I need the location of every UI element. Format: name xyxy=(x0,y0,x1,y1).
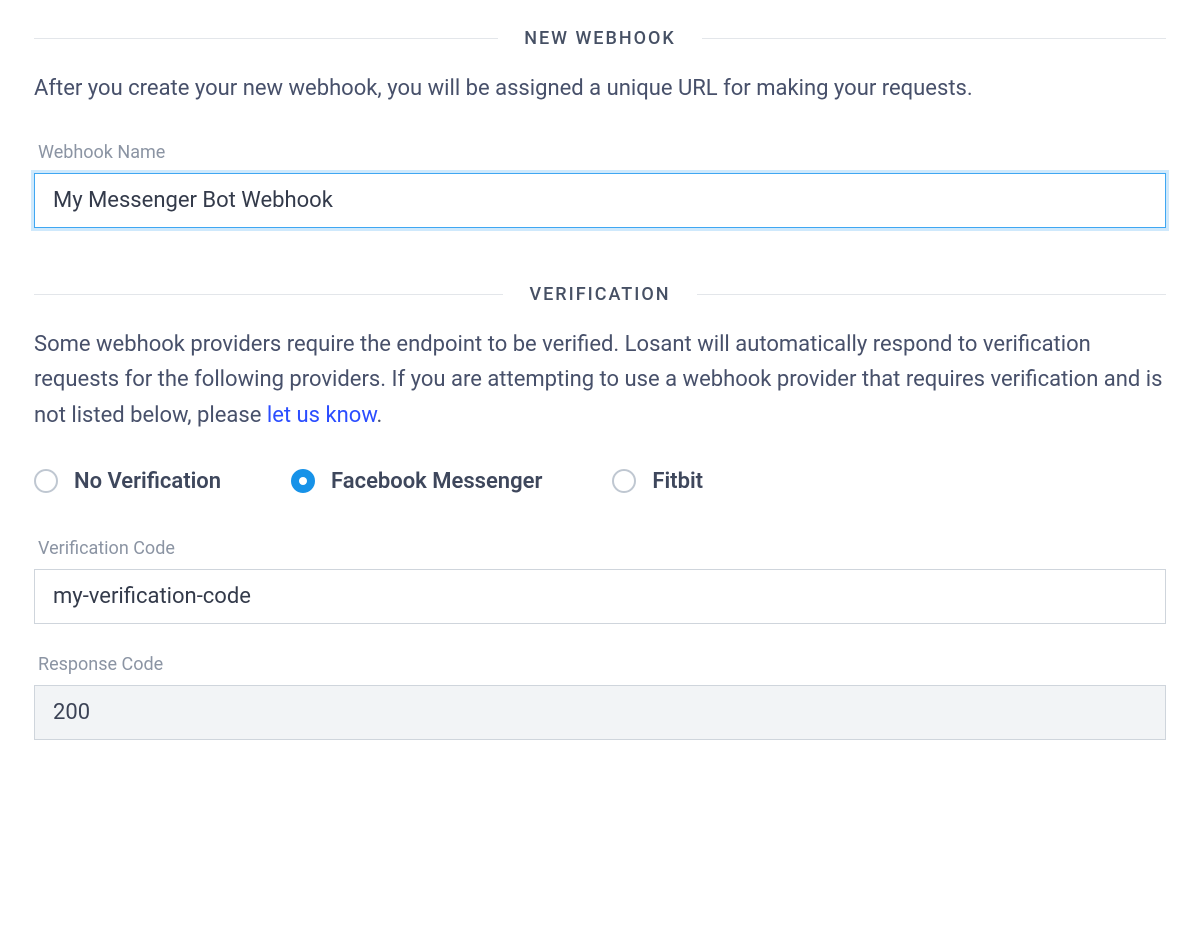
divider-line xyxy=(702,38,1166,39)
radio-label-no-verification: No Verification xyxy=(74,469,221,494)
verification-description-post: . xyxy=(377,403,383,428)
verification-code-label: Verification Code xyxy=(38,538,1166,559)
radio-label-fitbit: Fitbit xyxy=(652,469,703,494)
divider-line xyxy=(697,294,1166,295)
radio-option-fitbit[interactable]: Fitbit xyxy=(612,469,703,494)
radio-icon xyxy=(612,469,636,493)
divider-line xyxy=(34,294,503,295)
radio-option-no-verification[interactable]: No Verification xyxy=(34,469,221,494)
webhook-name-input[interactable] xyxy=(34,173,1166,228)
new-webhook-heading: NEW WEBHOOK xyxy=(498,28,702,49)
response-code-label: Response Code xyxy=(38,654,1166,675)
divider-line xyxy=(34,38,498,39)
radio-label-facebook-messenger: Facebook Messenger xyxy=(331,469,542,494)
verification-code-input[interactable] xyxy=(34,569,1166,624)
verification-description-text: Some webhook providers require the endpo… xyxy=(34,332,1163,427)
radio-icon xyxy=(34,469,58,493)
new-webhook-section-header: NEW WEBHOOK xyxy=(34,28,1166,49)
webhook-name-label: Webhook Name xyxy=(38,142,1166,163)
response-code-input[interactable] xyxy=(34,685,1166,740)
verification-section-header: VERIFICATION xyxy=(34,284,1166,305)
radio-option-facebook-messenger[interactable]: Facebook Messenger xyxy=(291,469,542,494)
let-us-know-link[interactable]: let us know xyxy=(267,403,377,428)
radio-icon xyxy=(291,469,315,493)
verification-radio-group: No Verification Facebook Messenger Fitbi… xyxy=(34,469,1166,494)
verification-description: Some webhook providers require the endpo… xyxy=(34,327,1166,433)
verification-heading: VERIFICATION xyxy=(503,284,696,305)
new-webhook-description: After you create your new webhook, you w… xyxy=(34,71,1166,106)
